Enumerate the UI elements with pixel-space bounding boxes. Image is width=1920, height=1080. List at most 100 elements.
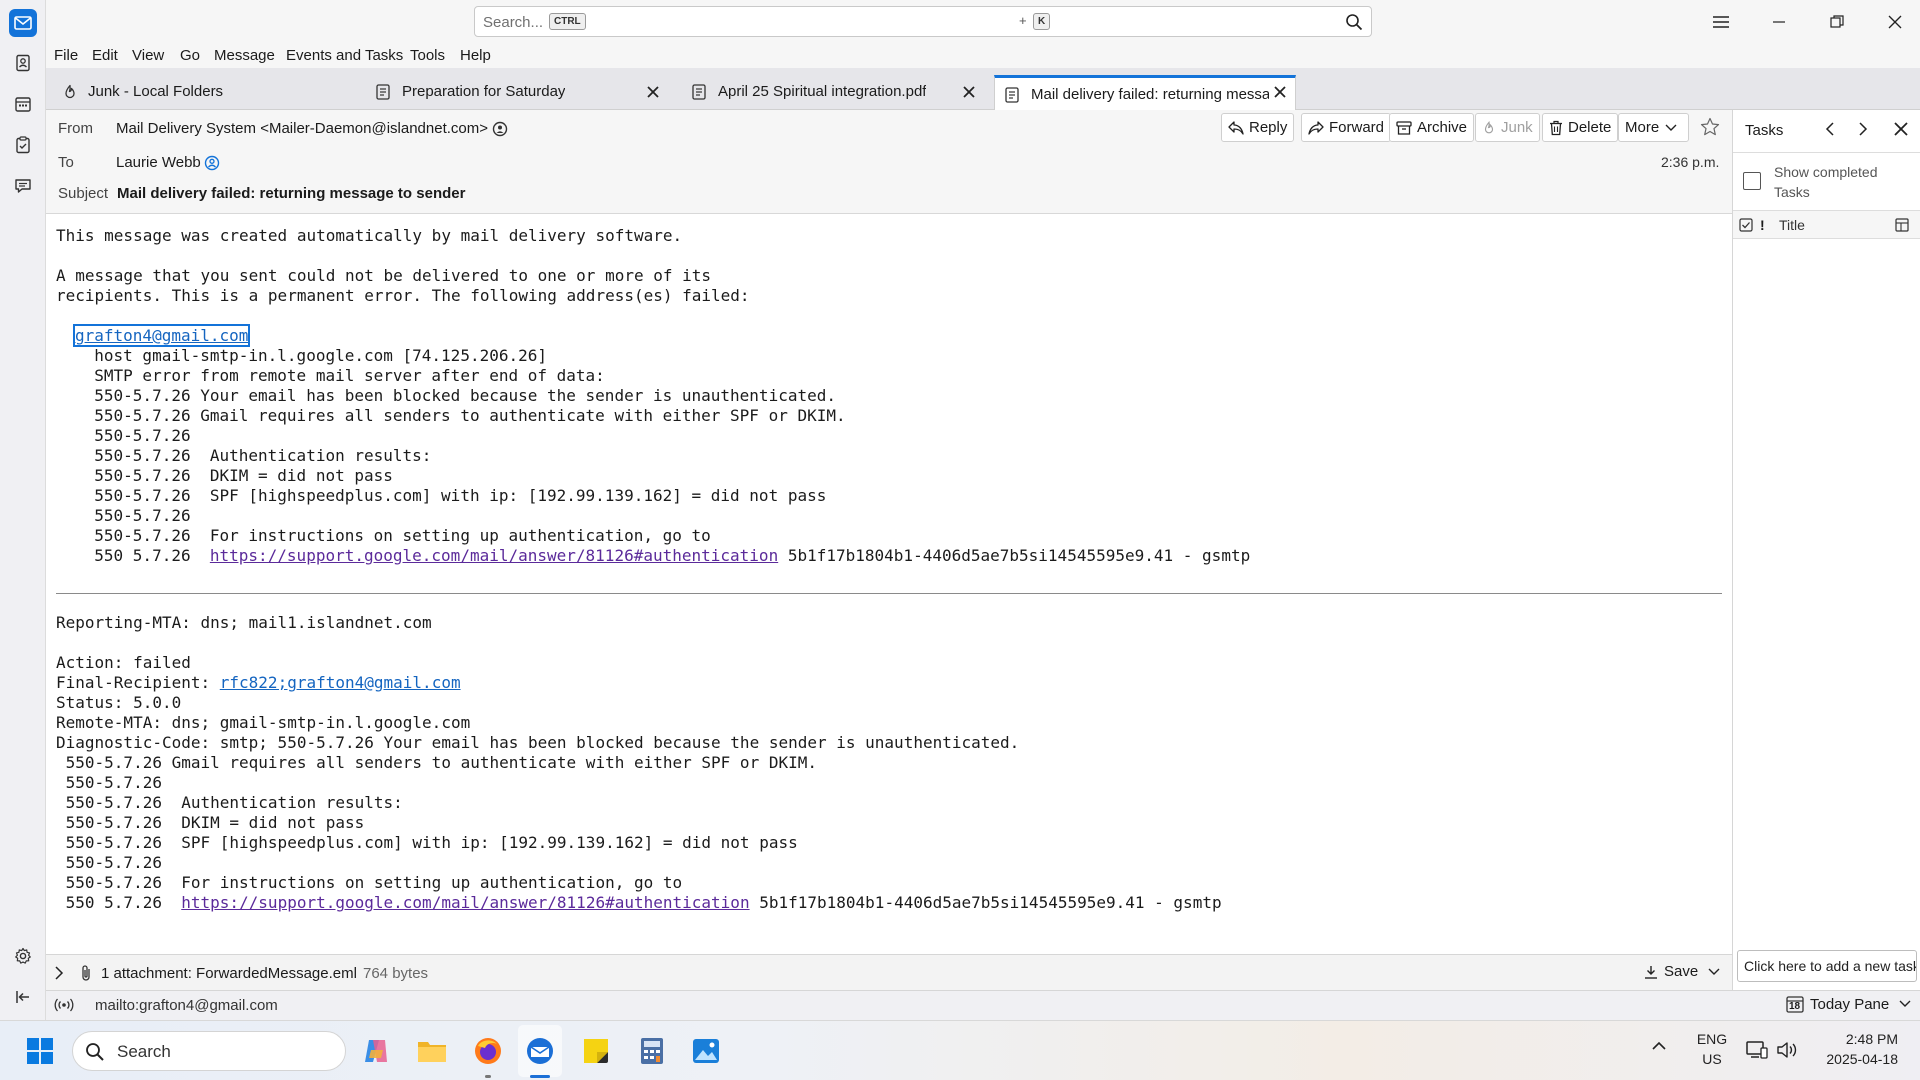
sender-info-icon[interactable] (492, 121, 508, 137)
body-line: 550-5.7.26 (56, 773, 162, 792)
more-button[interactable]: More (1618, 113, 1690, 142)
settings-icon[interactable] (9, 942, 37, 970)
calendar-day: 18 (1789, 1001, 1801, 1012)
priority-column[interactable]: ! (1760, 217, 1765, 233)
tab-mail-delivery-failed[interactable]: Mail delivery failed: returning message … (994, 75, 1296, 111)
star-icon[interactable] (1700, 117, 1720, 137)
tab-label: April 25 Spiritual integration.pdf (718, 83, 927, 100)
forward-icon (1308, 120, 1329, 135)
close-tab-icon[interactable] (644, 83, 662, 101)
shortcut-key-k: K (1033, 13, 1051, 30)
windows-taskbar: Search ENG US 2:48 PM 2025-04-18 (0, 1020, 1920, 1080)
body-line: Status: 5.0.0 (56, 693, 182, 712)
expand-attachments-icon[interactable] (54, 966, 64, 980)
junk-button[interactable]: Junk (1475, 113, 1540, 142)
menu-file[interactable]: File (54, 47, 78, 64)
calculator-icon[interactable] (636, 1035, 668, 1067)
network-icon[interactable] (1746, 1040, 1768, 1060)
menu-events-and-tasks[interactable]: Events and Tasks (286, 47, 403, 64)
chat-icon[interactable] (9, 172, 37, 200)
language-indicator[interactable]: ENG (1696, 1031, 1728, 1047)
tab-label: Junk - Local Folders (88, 83, 224, 100)
tasks-icon[interactable] (9, 131, 37, 159)
close-tab-icon[interactable] (960, 83, 978, 101)
archive-button[interactable]: Archive (1389, 113, 1475, 142)
chevron-down-icon[interactable] (1708, 968, 1720, 976)
tab-junk-local-folders[interactable]: Junk - Local Folders (56, 74, 356, 109)
menu-message[interactable]: Message (214, 47, 275, 64)
forward-label: Forward (1329, 119, 1385, 136)
body-line: 550-5.7.26 (75, 426, 191, 445)
online-status-icon[interactable] (54, 998, 74, 1012)
collapse-spaces-icon[interactable] (9, 983, 37, 1011)
title-column[interactable]: Title (1779, 217, 1805, 233)
copilot-icon[interactable] (360, 1035, 392, 1067)
body-line: 550-5.7.26 Authentication results: (75, 446, 432, 465)
completed-column-icon[interactable] (1739, 218, 1753, 232)
sticky-notes-icon[interactable] (580, 1035, 612, 1067)
file-explorer-icon[interactable] (416, 1035, 448, 1067)
menu-help[interactable]: Help (460, 47, 491, 64)
reply-button[interactable]: Reply (1221, 113, 1295, 142)
today-pane-label: Today Pane (1810, 995, 1890, 1013)
final-recipient-link[interactable]: rfc822;grafton4@gmail.com (220, 673, 461, 692)
body-line: 550-5.7.26 (75, 506, 191, 525)
chevron-right-icon[interactable] (1858, 121, 1868, 137)
close-window-icon[interactable] (1866, 0, 1920, 44)
calendar-icon[interactable] (9, 90, 37, 118)
chevron-down-icon (1665, 124, 1682, 132)
to-value[interactable]: Laurie Webb (116, 154, 201, 171)
shortcut-plus: + (1019, 13, 1027, 28)
body-line: 550-5.7.26 DKIM = did not pass (75, 466, 393, 485)
volume-icon[interactable] (1776, 1040, 1798, 1060)
firefox-icon[interactable] (472, 1035, 504, 1067)
tab-preparation-for-saturday[interactable]: Preparation for Saturday (372, 74, 672, 109)
body-line: 550-5.7.26 Gmail requires all senders to… (75, 406, 846, 425)
tasks-pane: Tasks Show completed Tasks ! Title Click… (1732, 110, 1920, 990)
region-indicator[interactable]: US (1696, 1051, 1728, 1067)
clock-date[interactable]: 2025-04-18 (1810, 1051, 1898, 1067)
restore-icon[interactable] (1808, 0, 1866, 44)
body-line: 550 5.7.26 https://support.google.com/ma… (56, 893, 1222, 912)
body-line: 550-5.7.26 Your email has been blocked b… (75, 386, 836, 405)
clock-time[interactable]: 2:48 PM (1828, 1031, 1898, 1047)
from-value[interactable]: Mail Delivery System <Mailer-Daemon@isla… (116, 120, 488, 137)
archive-label: Archive (1417, 119, 1468, 136)
chevron-up-icon[interactable] (1652, 1041, 1666, 1051)
today-pane-toggle[interactable]: 18 Today Pane (1786, 995, 1911, 1013)
search-icon[interactable] (1345, 13, 1363, 31)
close-tab-icon[interactable] (1271, 83, 1289, 101)
support-link[interactable]: https://support.google.com/mail/answer/8… (181, 893, 749, 912)
trash-icon (1549, 120, 1568, 136)
address-book-icon[interactable] (9, 49, 37, 77)
forward-button[interactable]: Forward (1301, 113, 1392, 142)
app-menu-icon[interactable] (1692, 0, 1750, 44)
body-line: Final-Recipient: rfc822;grafton4@gmail.c… (56, 673, 461, 692)
windows-start-icon[interactable] (24, 1035, 56, 1067)
minimize-icon[interactable] (1750, 0, 1808, 44)
menu-view[interactable]: View (132, 47, 164, 64)
body-line: recipients. This is a permanent error. T… (56, 286, 750, 305)
contact-icon[interactable] (204, 155, 220, 171)
menu-edit[interactable]: Edit (92, 47, 118, 64)
delete-button[interactable]: Delete (1542, 113, 1619, 142)
column-picker-icon[interactable] (1895, 218, 1909, 232)
new-task-input[interactable]: Click here to add a new task (1737, 950, 1917, 982)
show-completed-checkbox[interactable] (1743, 172, 1761, 190)
save-attachment-button[interactable]: Save (1644, 963, 1698, 980)
thunderbird-icon[interactable] (524, 1035, 556, 1067)
close-pane-icon[interactable] (1893, 121, 1909, 137)
junk-label: Junk (1501, 119, 1533, 136)
failed-address-link[interactable]: grafton4@gmail.com (72, 324, 251, 347)
menu-tools[interactable]: Tools (410, 47, 445, 64)
message-icon (376, 83, 390, 100)
taskbar-search[interactable]: Search (72, 1031, 346, 1071)
attachment-label[interactable]: 1 attachment: ForwardedMessage.eml (101, 965, 357, 982)
photos-icon[interactable] (690, 1035, 722, 1067)
chevron-left-icon[interactable] (1825, 121, 1835, 137)
tab-april-25-spiritual-integration[interactable]: April 25 Spiritual integration.pdf (688, 74, 988, 109)
mail-icon[interactable] (9, 9, 37, 37)
global-search-input[interactable]: Search... CTRL + K (474, 6, 1372, 37)
support-link[interactable]: https://support.google.com/mail/answer/8… (210, 546, 778, 565)
menu-go[interactable]: Go (180, 47, 200, 64)
